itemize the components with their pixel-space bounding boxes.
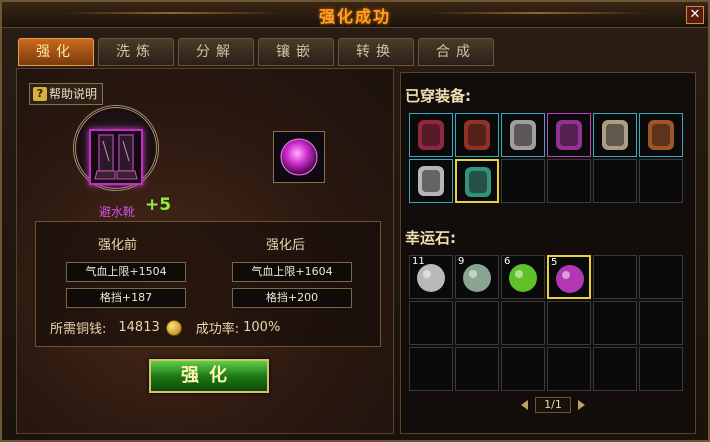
tab-decompose[interactable]: 分解	[178, 38, 254, 66]
help-label: 帮助说明	[49, 87, 98, 101]
equipped-slot[interactable]	[455, 159, 499, 203]
enhance-panel: ? 帮助说明 避水靴 +5 强化前 强化后 气血上限+1504 格挡+187 气…	[16, 68, 394, 434]
mask-icon	[648, 120, 674, 150]
after-block: 格挡+200	[232, 288, 352, 308]
equipped-slot[interactable]	[639, 113, 683, 157]
boots-icon	[94, 134, 138, 180]
empty-slot[interactable]	[501, 347, 545, 391]
help-button[interactable]: ? 帮助说明	[29, 83, 104, 105]
empty-slot[interactable]	[501, 301, 545, 345]
window-title: 强化成功	[318, 7, 391, 26]
success-rate-label: 成功率:	[195, 322, 240, 337]
bracelet-icon	[418, 166, 444, 196]
equipped-slot[interactable]	[501, 113, 545, 157]
after-title: 强化后	[266, 238, 306, 253]
equipped-slot[interactable]	[547, 113, 591, 157]
equipped-slot[interactable]	[455, 113, 499, 157]
empty-slot[interactable]	[547, 301, 591, 345]
empty-slot[interactable]	[409, 347, 453, 391]
empty-slot[interactable]	[593, 159, 637, 203]
equipped-header: 已穿装备:	[405, 87, 471, 105]
close-button[interactable]: ✕	[686, 6, 704, 24]
tab-synthesize[interactable]: 合成	[418, 38, 494, 66]
lucky-stone-slot[interactable]: 6	[501, 255, 545, 299]
empty-slot[interactable]	[639, 255, 683, 299]
tab-refine[interactable]: 洗炼	[98, 38, 174, 66]
tab-enhance[interactable]: 强化	[18, 38, 94, 66]
lucky-stones-header: 幸运石:	[405, 229, 456, 247]
empty-slot[interactable]	[455, 347, 499, 391]
boots-icon	[556, 120, 582, 150]
tab-bar: 强化 洗炼 分解 镶嵌 转换 合成	[18, 38, 494, 66]
after-hp: 气血上限+1604	[232, 262, 352, 282]
page-indicator: 1/1	[535, 397, 571, 413]
before-block: 格挡+187	[66, 288, 186, 308]
enhance-button[interactable]: 强化	[149, 359, 269, 393]
success-rate-value: 100%	[243, 320, 281, 335]
arrow-decoration	[196, 266, 226, 306]
empty-slot[interactable]	[593, 301, 637, 345]
before-title: 强化前	[98, 238, 138, 253]
lucky-stone-slot[interactable]	[273, 131, 325, 183]
purple-gem-icon	[280, 138, 318, 176]
stone-count: 9	[458, 256, 465, 267]
equipment-level: +5	[145, 195, 172, 215]
next-page-icon[interactable]	[577, 400, 585, 410]
lucky-stone-slot[interactable]: 9	[455, 255, 499, 299]
equipment-name: 避水靴	[99, 205, 136, 219]
empty-slot[interactable]	[593, 347, 637, 391]
question-icon: ?	[33, 87, 47, 101]
equipped-slot[interactable]	[409, 113, 453, 157]
titlebar: 强化成功 ✕	[2, 2, 708, 28]
stone-count: 6	[504, 256, 511, 267]
empty-slot[interactable]	[593, 255, 637, 299]
equipped-slot[interactable]	[409, 159, 453, 203]
inventory-panel: 已穿装备: 幸运石: 11 9 6 5 1/1	[400, 72, 696, 434]
lucky-stone-slot[interactable]: 5	[547, 255, 591, 299]
cost-row: 所需铜钱: 14813 成功率: 100%	[50, 318, 350, 337]
empty-slot[interactable]	[547, 159, 591, 203]
enhance-window: 强化成功 ✕ 强化 洗炼 分解 镶嵌 转换 合成 ? 帮助说明 避水靴 +5 强…	[0, 0, 710, 442]
prev-page-icon[interactable]	[521, 400, 529, 410]
robe-icon	[510, 120, 536, 150]
necklace-icon	[602, 120, 628, 150]
empty-slot[interactable]	[639, 347, 683, 391]
pager: 1/1	[521, 397, 585, 413]
tab-convert[interactable]: 转换	[338, 38, 414, 66]
empty-slot[interactable]	[639, 301, 683, 345]
before-hp: 气血上限+1504	[66, 262, 186, 282]
armor-icon	[464, 120, 490, 150]
title-decoration-right	[428, 12, 648, 14]
equipped-slot[interactable]	[593, 113, 637, 157]
stone-count: 5	[551, 257, 558, 268]
empty-slot[interactable]	[455, 301, 499, 345]
empty-slot[interactable]	[409, 301, 453, 345]
ring-icon	[465, 167, 491, 197]
cost-value: 14813	[118, 320, 160, 335]
lucky-stone-slot[interactable]: 11	[409, 255, 453, 299]
empty-slot[interactable]	[501, 159, 545, 203]
target-equipment-slot[interactable]	[89, 129, 143, 185]
amulet-icon	[418, 120, 444, 150]
stone-count: 11	[412, 256, 425, 267]
tab-inlay[interactable]: 镶嵌	[258, 38, 334, 66]
stats-comparison: 强化前 强化后 气血上限+1504 格挡+187 气血上限+1604 格挡+20…	[35, 221, 381, 347]
cost-label: 所需铜钱:	[50, 322, 107, 337]
empty-slot[interactable]	[639, 159, 683, 203]
empty-slot[interactable]	[547, 347, 591, 391]
copper-coin-icon	[165, 319, 182, 336]
